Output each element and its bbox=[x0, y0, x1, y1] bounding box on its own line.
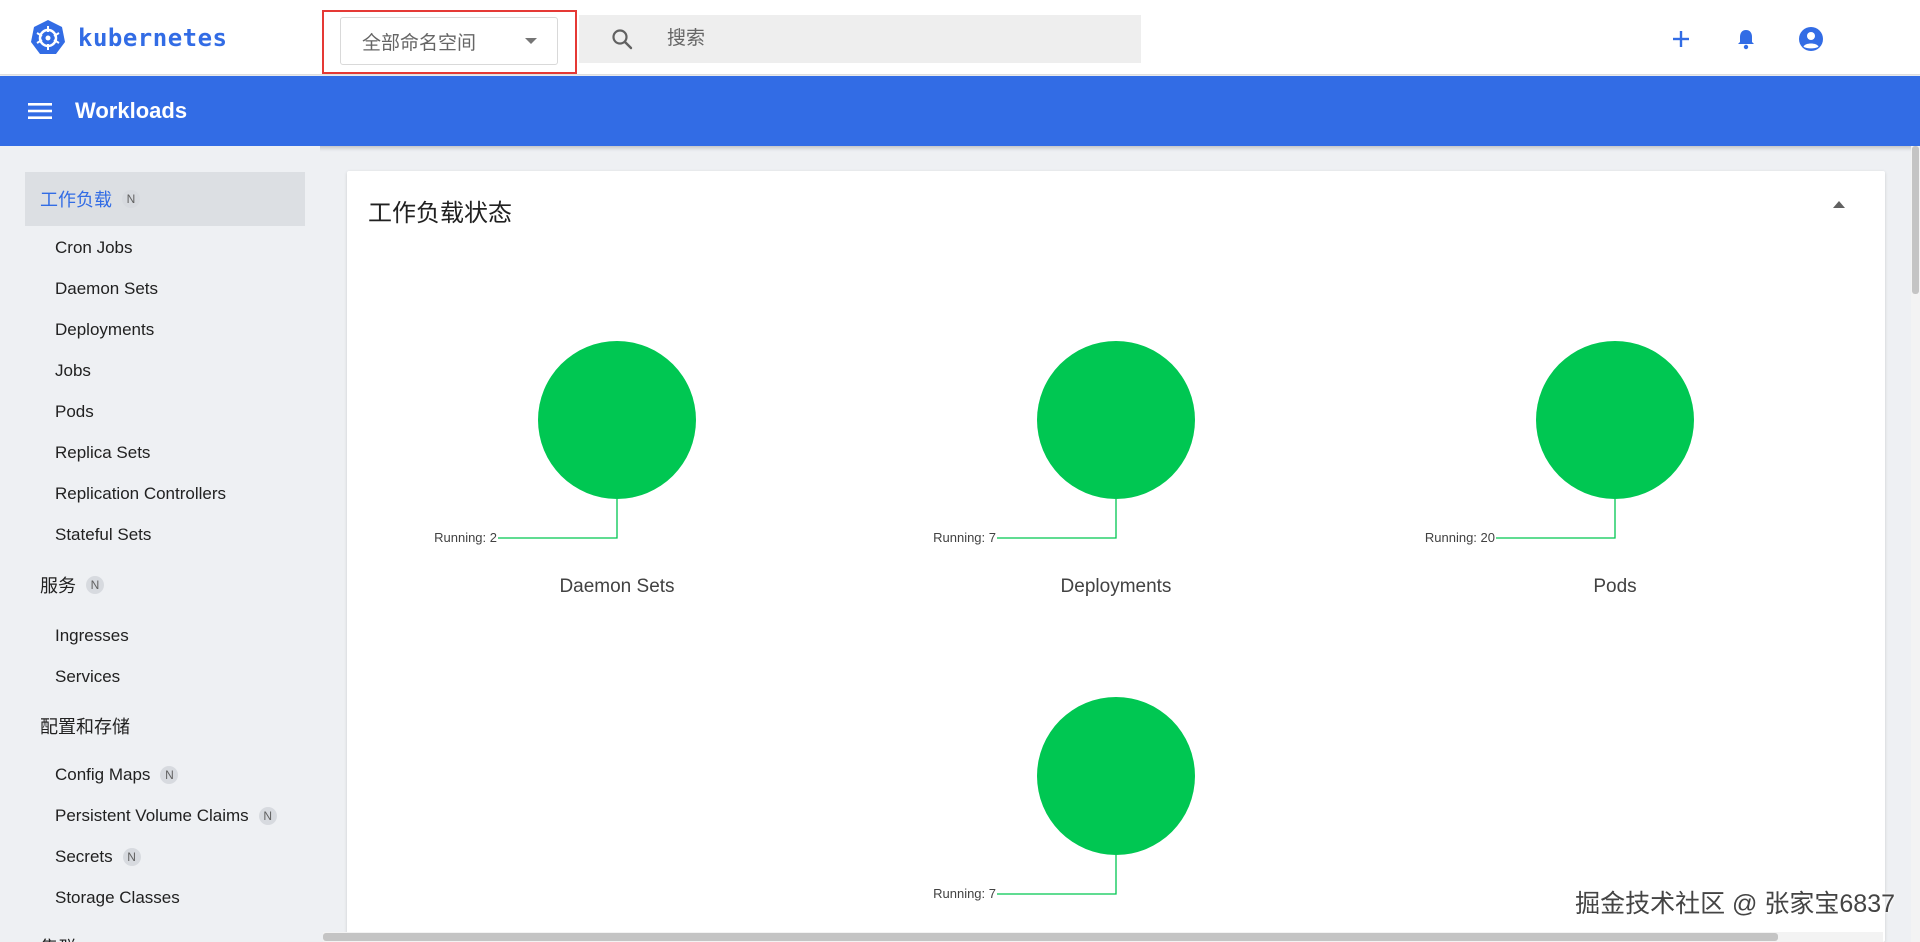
page-title: Workloads bbox=[75, 98, 188, 123]
sidebar-item-replication-controllers[interactable]: Replication Controllers bbox=[0, 473, 305, 514]
page-header: Workloads bbox=[0, 76, 1920, 146]
namespace-selected-value: 全部命名空间 bbox=[362, 32, 477, 54]
account-circle-icon bbox=[1799, 27, 1823, 51]
sidebar-section-label: 集群 bbox=[40, 934, 76, 942]
top-toolbar: kubernetes 全部命名空间 bbox=[0, 0, 1920, 75]
sidebar-item-replica-sets[interactable]: Replica Sets bbox=[0, 432, 305, 473]
sidebar-item-label: 工作负载 bbox=[40, 190, 112, 210]
search-icon[interactable] bbox=[610, 27, 634, 51]
bell-icon bbox=[1738, 30, 1754, 50]
workload-status-charts: Running: 2 Daemon Sets Running: 7 Deploymen… bbox=[434, 341, 1694, 901]
pie-slice bbox=[1037, 697, 1195, 855]
sidebar-item-label: Persistent Volume Claims bbox=[55, 805, 249, 825]
namespaced-badge: N bbox=[258, 806, 277, 825]
pie-slice bbox=[1037, 341, 1195, 499]
search-bar bbox=[579, 15, 1141, 63]
chart-title: Deployments bbox=[1061, 576, 1172, 597]
workload-status-card: 工作负载状态 Running: 2 Daemon Sets Running: 7 De… bbox=[347, 171, 1885, 942]
vertical-scrollbar[interactable] bbox=[1911, 146, 1920, 942]
pie-label-leader-line bbox=[997, 499, 1117, 539]
sidebar-item-label: Services bbox=[55, 666, 121, 686]
sidebar-item-deployments[interactable]: Deployments bbox=[0, 309, 305, 350]
sidebar-item-services-section[interactable]: 服务 N bbox=[0, 564, 305, 605]
chart-title: Daemon Sets bbox=[559, 576, 674, 597]
sidebar-item-label: Secrets bbox=[55, 846, 113, 866]
sidebar-item-label: Ingresses bbox=[55, 625, 129, 645]
toolbar-actions bbox=[1660, 18, 1920, 60]
brand-logo[interactable]: kubernetes bbox=[28, 18, 228, 58]
pie-label-leader-line bbox=[498, 499, 618, 539]
account-button[interactable] bbox=[1790, 18, 1832, 60]
sidebar-item-label: Replica Sets bbox=[55, 442, 151, 462]
kubernetes-logo-icon bbox=[31, 20, 65, 54]
sidebar-item-label: Cron Jobs bbox=[55, 237, 133, 257]
sidebar-item-label: Storage Classes bbox=[55, 887, 180, 907]
pie-slice bbox=[538, 341, 696, 499]
sidebar-item-label: Pods bbox=[55, 401, 94, 421]
sidebar-item-config-maps[interactable]: Config Maps N bbox=[0, 754, 305, 795]
sidebar-section-label: 服务 bbox=[40, 575, 76, 596]
namespaced-badge: N bbox=[122, 847, 141, 866]
sidebar-item-cluster-section[interactable]: 集群 bbox=[0, 926, 305, 942]
sidebar-item-label: Stateful Sets bbox=[55, 524, 152, 544]
sidebar-item-stateful-sets[interactable]: Stateful Sets bbox=[0, 514, 305, 555]
plus-icon bbox=[1673, 31, 1689, 47]
create-button[interactable] bbox=[1660, 18, 1702, 60]
horizontal-scrollbar-thumb[interactable] bbox=[323, 933, 1778, 941]
brand-name: kubernetes bbox=[78, 24, 228, 52]
pie-slice-label: Running: 7 bbox=[933, 530, 996, 545]
sidebar-item-label: Jobs bbox=[55, 360, 91, 380]
pie-slice-label: Running: 20 bbox=[1425, 530, 1495, 545]
sidebar-item-label: Replication Controllers bbox=[55, 483, 227, 503]
search-input[interactable] bbox=[665, 27, 1105, 51]
sidebar-item-label: Deployments bbox=[55, 319, 155, 339]
chevron-down-icon bbox=[525, 38, 537, 44]
menu-button[interactable] bbox=[19, 90, 61, 132]
namespace-selector[interactable]: 全部命名空间 bbox=[340, 17, 558, 65]
horizontal-scrollbar[interactable] bbox=[323, 932, 1883, 942]
sidebar-item-persistent-volume-claims[interactable]: Persistent Volume Claims N bbox=[0, 795, 305, 836]
pie-slice-label: Running: 7 bbox=[933, 886, 996, 901]
sidebar-item-label: Config Maps bbox=[55, 764, 151, 784]
sidebar-nav: 工作负载 N Cron Jobs Daemon Sets Deployments… bbox=[0, 146, 320, 942]
pie-slice bbox=[1536, 341, 1694, 499]
chart-title: Pods bbox=[1593, 576, 1636, 597]
sidebar-item-services[interactable]: Services bbox=[0, 656, 305, 697]
sidebar-item-pods[interactable]: Pods bbox=[0, 391, 305, 432]
pie-label-leader-line bbox=[997, 855, 1117, 895]
sidebar-section-label: 配置和存储 bbox=[40, 716, 130, 737]
sidebar-item-secrets[interactable]: Secrets N bbox=[0, 836, 305, 877]
namespaced-badge: N bbox=[122, 190, 140, 208]
sidebar-item-daemon-sets[interactable]: Daemon Sets bbox=[0, 268, 305, 309]
sidebar-item-cron-jobs[interactable]: Cron Jobs bbox=[0, 227, 305, 268]
notifications-button[interactable] bbox=[1725, 18, 1767, 60]
hamburger-menu-icon bbox=[28, 103, 52, 119]
watermark-text: 掘金技术社区 @ 张家宝6837 bbox=[1575, 890, 1895, 918]
namespaced-badge: N bbox=[86, 575, 104, 594]
sidebar-item-config-storage-section[interactable]: 配置和存储 bbox=[0, 705, 305, 746]
sidebar-item-jobs[interactable]: Jobs bbox=[0, 350, 305, 391]
sidebar-item-workloads[interactable]: 工作负载 N bbox=[25, 172, 305, 226]
pie-label-leader-line bbox=[1496, 499, 1616, 539]
sidebar-item-storage-classes[interactable]: Storage Classes bbox=[0, 877, 305, 918]
vertical-scrollbar-thumb[interactable] bbox=[1912, 146, 1919, 294]
namespaced-badge: N bbox=[160, 765, 179, 784]
pie-slice-label: Running: 2 bbox=[434, 530, 497, 545]
sidebar-item-ingresses[interactable]: Ingresses bbox=[0, 615, 305, 656]
sidebar-item-label: Daemon Sets bbox=[55, 278, 158, 298]
